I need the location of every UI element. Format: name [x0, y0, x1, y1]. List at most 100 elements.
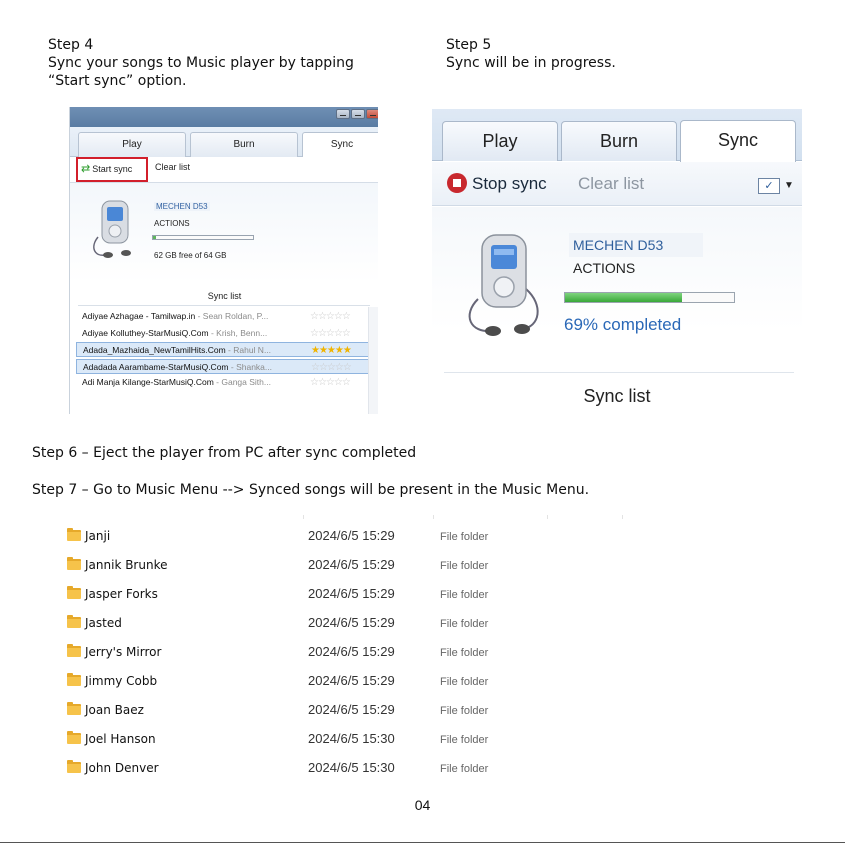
column-divider — [547, 515, 548, 519]
folder-row[interactable]: Jannik Brunke 2024/6/5 15:29 File folder — [0, 556, 845, 576]
folder-date-modified: 2024/6/5 15:29 — [308, 702, 395, 717]
folder-date-modified: 2024/6/5 15:29 — [308, 644, 395, 659]
device-name: MECHEN D53 — [569, 233, 703, 257]
stop-sync-label: Stop sync — [472, 174, 547, 193]
step7-text: Step 7 – Go to Music Menu --> Synced son… — [32, 482, 590, 498]
sync-progress-fill — [565, 293, 682, 302]
column-divider — [433, 515, 434, 519]
step5-screenshot: Play Burn Sync Stop sync Clear list ✓ ▼ … — [432, 109, 802, 413]
folder-icon — [67, 673, 81, 686]
folder-icon — [67, 528, 81, 541]
step5-heading: Step 5 — [446, 37, 492, 53]
rating-stars[interactable]: ☆☆☆☆☆ — [310, 375, 351, 390]
folder-type: File folder — [440, 734, 489, 746]
song-row[interactable]: Adiyae Kolluthey-StarMusiQ.Com - Krish, … — [76, 326, 372, 341]
folder-name: Jannik Brunke — [85, 558, 168, 572]
song-artist: - Rahul N... — [225, 345, 272, 355]
step4-screenshot: Play Burn Sync ⇄ Start sync Clear list ME… — [69, 107, 378, 414]
tab-burn[interactable]: Burn — [561, 121, 677, 161]
tab-bar: Play Burn Sync — [432, 109, 802, 162]
folder-row[interactable]: Jerry's Mirror 2024/6/5 15:29 File folder — [0, 643, 845, 663]
start-sync-button[interactable]: ⇄ Start sync — [76, 157, 148, 182]
step4-heading: Step 4 — [48, 37, 94, 53]
song-row[interactable]: Adi Manja Kilange-StarMusiQ.Com - Ganga … — [76, 375, 372, 390]
tab-sync[interactable]: Sync — [302, 132, 378, 158]
song-label: Adada_Mazhaida_NewTamilHits.Com - Rahul … — [83, 343, 272, 356]
tab-bar: Play Burn Sync — [70, 127, 378, 158]
step6-text: Step 6 – Eject the player from PC after … — [32, 445, 417, 461]
folder-row[interactable]: Jasted 2024/6/5 15:29 File folder — [0, 614, 845, 634]
step4-text: Step 4 Sync your songs to Music player b… — [48, 36, 354, 90]
song-title: Adi Manja Kilange-StarMusiQ.Com — [82, 377, 214, 387]
window-titlebar — [70, 107, 378, 127]
rating-stars[interactable]: ☆☆☆☆☆ — [310, 326, 351, 341]
folder-row[interactable]: Janji 2024/6/5 15:29 File folder — [0, 527, 845, 547]
folder-name: Jerry's Mirror — [85, 645, 162, 659]
minimize-icon[interactable] — [336, 109, 350, 119]
step5-text: Step 5 Sync will be in progress. — [446, 36, 616, 72]
song-artist: - Sean Roldan, P... — [195, 311, 269, 321]
song-row[interactable]: Adiyae Azhagae - Tamilwap.in - Sean Rold… — [76, 309, 372, 324]
step4-line2: “Start sync” option. — [48, 73, 187, 89]
divider — [0, 842, 845, 843]
tab-play[interactable]: Play — [442, 121, 558, 161]
song-title: Adada_Mazhaida_NewTamilHits.Com — [83, 345, 226, 355]
sync-options-icon[interactable]: ✓ — [758, 178, 780, 194]
folder-row[interactable]: Joel Hanson 2024/6/5 15:30 File folder — [0, 730, 845, 750]
step4-line1: Sync your songs to Music player by tappi… — [48, 55, 354, 71]
song-artist: - Ganga Sith... — [213, 377, 271, 387]
folder-name: Jasted — [85, 616, 122, 630]
tab-burn[interactable]: Burn — [190, 132, 298, 157]
capacity-bar — [152, 235, 254, 240]
folder-type: File folder — [440, 705, 489, 717]
close-icon[interactable] — [366, 109, 378, 119]
folder-date-modified: 2024/6/5 15:29 — [308, 528, 395, 543]
folder-name: Joel Hanson — [85, 732, 156, 746]
folder-type: File folder — [440, 618, 489, 630]
folder-row[interactable]: John Denver 2024/6/5 15:30 File folder — [0, 759, 845, 779]
rating-stars[interactable]: ☆☆☆☆☆ — [311, 360, 352, 373]
folder-date-modified: 2024/6/5 15:30 — [308, 760, 395, 775]
chevron-down-icon[interactable]: ▼ — [784, 180, 794, 191]
folder-name: Joan Baez — [85, 703, 144, 717]
folder-icon — [67, 760, 81, 773]
step5-line1: Sync will be in progress. — [446, 55, 616, 71]
folder-icon — [67, 586, 81, 599]
folder-name: Janji — [85, 529, 111, 543]
folder-type: File folder — [440, 560, 489, 572]
capacity-fill — [153, 236, 156, 239]
song-label: Adiyae Kolluthey-StarMusiQ.Com - Krish, … — [82, 326, 267, 341]
song-label: Adiyae Azhagae - Tamilwap.in - Sean Rold… — [82, 309, 268, 324]
sync-list-title: Sync list — [207, 291, 242, 301]
column-divider — [622, 515, 623, 519]
maximize-icon[interactable] — [351, 109, 365, 119]
free-space-text: 62 GB free of 64 GB — [154, 251, 227, 260]
clear-list-button[interactable]: Clear list — [578, 172, 644, 196]
folder-row[interactable]: Joan Baez 2024/6/5 15:29 File folder — [0, 701, 845, 721]
folder-row[interactable]: Jasper Forks 2024/6/5 15:29 File folder — [0, 585, 845, 605]
folder-date-modified: 2024/6/5 15:29 — [308, 586, 395, 601]
progress-text: 69% completed — [564, 315, 682, 334]
sync-toolbar: ⇄ Start sync Clear list — [70, 157, 378, 183]
folder-date-modified: 2024/6/5 15:29 — [308, 673, 395, 688]
folder-type: File folder — [440, 531, 489, 543]
song-row[interactable]: Adadada Aarambame-StarMusiQ.Com - Shanka… — [76, 358, 372, 374]
song-row[interactable]: Adada_Mazhaida_NewTamilHits.Com - Rahul … — [76, 342, 372, 357]
song-artist: - Krish, Benn... — [208, 327, 268, 338]
folder-icon — [67, 702, 81, 715]
folder-row[interactable]: Jimmy Cobb 2024/6/5 15:29 File folder — [0, 672, 845, 692]
song-title: Adiyae Kolluthey-StarMusiQ.Com — [82, 327, 209, 338]
stop-icon — [447, 173, 467, 193]
rating-stars[interactable]: ☆☆☆☆☆ — [310, 309, 351, 324]
tab-sync[interactable]: Sync — [680, 120, 796, 162]
sync-list-title: Sync list — [583, 386, 651, 406]
folder-date-modified: 2024/6/5 15:29 — [308, 557, 395, 572]
scrollbar[interactable] — [368, 307, 378, 414]
device-name: MECHEN D53 — [154, 202, 210, 211]
song-title: Adiyae Azhagae - Tamilwap.in — [82, 311, 196, 321]
stop-sync-button[interactable]: Stop sync — [447, 172, 547, 196]
mp3-player-icon — [93, 200, 131, 258]
tab-play[interactable]: Play — [78, 132, 186, 157]
clear-list-button[interactable]: Clear list — [155, 162, 190, 172]
rating-stars[interactable]: ★★★★★ — [311, 343, 352, 356]
